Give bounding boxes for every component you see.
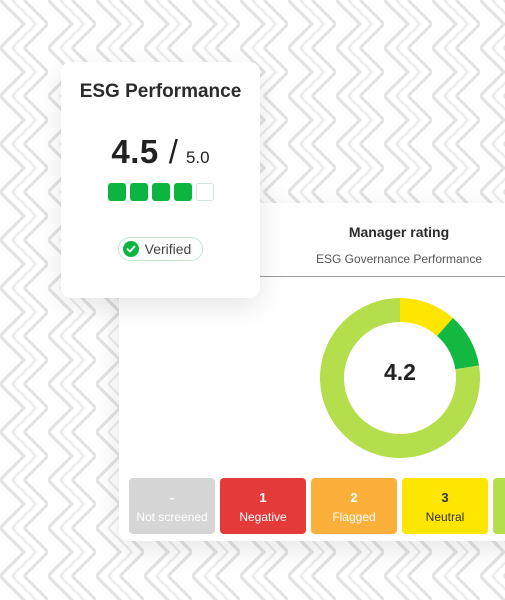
rating-scale: - Not screened 1 Negative 2 Flagged 3 Neutral: [129, 478, 505, 534]
rating-square: [173, 183, 192, 201]
rating-scale-box: [493, 478, 505, 534]
rating-square: [107, 183, 126, 201]
rating-square: [195, 183, 214, 201]
esg-card-title: ESG Performance: [79, 81, 242, 102]
rating-scale-number: -: [169, 490, 175, 505]
esg-score: 4.5/ 5.0: [61, 133, 260, 171]
rating-scale-box: 1 Negative: [220, 478, 306, 534]
rating-square: [129, 183, 148, 201]
rating-scale-number: 1: [259, 490, 267, 505]
verified-label: Verified: [144, 241, 192, 257]
esg-score-max: 5.0: [185, 148, 210, 167]
manager-rating-title: Manager rating: [348, 224, 450, 240]
esg-rating-squares: [61, 183, 260, 201]
esg-score-value: 4.5: [111, 133, 159, 170]
donut-center-value: 4.2: [384, 359, 416, 385]
rating-scale-number: 2: [350, 490, 358, 505]
rating-scale-number: 3: [441, 490, 449, 505]
rating-scale-label: Neutral: [425, 510, 465, 524]
esg-performance-card: ESG Performance 4.5/ 5.0 Verified: [61, 62, 260, 298]
rating-scale-label: Not screened: [136, 510, 208, 524]
manager-rating-subtitle: ESG Governance Performance: [315, 252, 483, 266]
subtitle-divider: [259, 276, 505, 277]
rating-scale-label: Flagged: [332, 510, 376, 524]
rating-square: [151, 183, 170, 201]
rating-scale-box: 3 Neutral: [402, 478, 488, 534]
rating-scale-box: 2 Flagged: [311, 478, 397, 534]
rating-scale-label: Negative: [239, 510, 287, 524]
esg-score-separator: /: [168, 133, 178, 170]
rating-scale-box: - Not screened: [129, 478, 215, 534]
check-icon: [122, 241, 139, 257]
verified-badge: Verified: [117, 237, 204, 261]
